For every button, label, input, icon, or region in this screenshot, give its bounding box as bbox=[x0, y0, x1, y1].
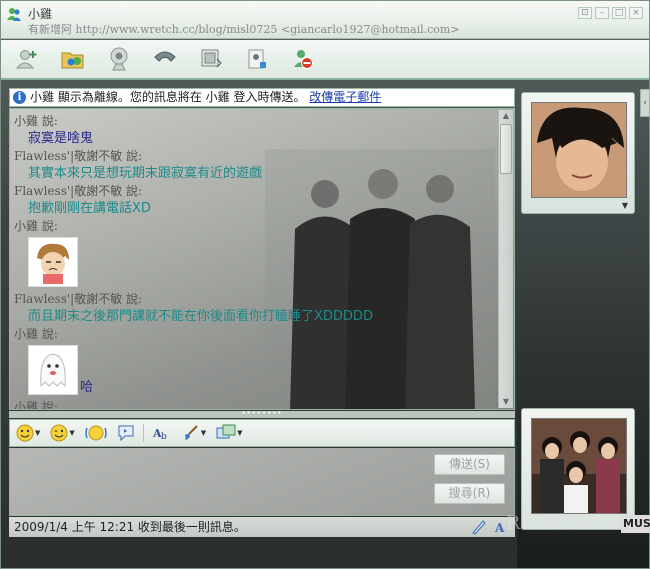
contact-display-picture[interactable]: ▼ bbox=[521, 92, 635, 214]
svg-text:A: A bbox=[494, 521, 505, 535]
chevron-down-icon: ▼ bbox=[69, 429, 75, 437]
contact-name: 小雞 bbox=[28, 7, 53, 21]
invite-button[interactable] bbox=[9, 44, 45, 74]
last-message-time: 2009/1/4 上午 12:21 收到最後一則訊息。 bbox=[14, 520, 246, 534]
format-toolbar: ▼ ▼ A b ▼ ▼ bbox=[9, 419, 515, 447]
send-files-icon bbox=[61, 52, 84, 69]
activities-icon bbox=[201, 49, 222, 68]
my-avatar bbox=[531, 418, 627, 514]
message-text: 其實本來只是想玩期末跟寂寞有近的遊戲 bbox=[28, 166, 263, 181]
webcam-icon bbox=[110, 47, 128, 71]
maximize-button[interactable]: □ bbox=[612, 7, 626, 19]
emoticon-button[interactable]: ▼ bbox=[14, 422, 42, 444]
scroll-down-icon[interactable]: ▼ bbox=[500, 396, 512, 408]
games-icon bbox=[248, 49, 266, 69]
webcam-button[interactable] bbox=[101, 44, 137, 74]
chevron-down-icon: ▼ bbox=[35, 429, 41, 437]
crying-boy-emoticon-icon bbox=[37, 243, 69, 284]
svg-text:b: b bbox=[161, 432, 167, 442]
toolbar-separator bbox=[142, 424, 144, 442]
minimize-button[interactable]: – bbox=[595, 7, 609, 19]
background-button[interactable]: ▼ bbox=[180, 422, 208, 444]
window-controls: ⊡ – □ × bbox=[578, 7, 643, 19]
message-sender: 小雞 說: bbox=[14, 219, 58, 233]
custom-emoticon-ghost[interactable] bbox=[28, 345, 78, 395]
contact-photo bbox=[532, 103, 626, 197]
offline-notice-text: 小雞 顯示為離線。您的訊息將在 小雞 登入時傳送。 bbox=[30, 90, 306, 104]
message-text: 哈 bbox=[80, 380, 94, 395]
messenger-icon bbox=[7, 8, 21, 21]
offline-info-bar: i 小雞 顯示為離線。您的訊息將在 小雞 登入時傳送。 改傳電子郵件 bbox=[9, 88, 515, 107]
message-text: 寂寞是啥鬼 bbox=[28, 131, 94, 146]
send-button[interactable]: 傳送(S) bbox=[434, 454, 505, 475]
contact-avatar bbox=[531, 102, 627, 198]
nudge-button[interactable] bbox=[83, 422, 109, 444]
scroll-thumb[interactable] bbox=[500, 124, 512, 174]
main-toolbar bbox=[1, 40, 649, 80]
send-email-link[interactable]: 改傳電子郵件 bbox=[309, 90, 381, 104]
info-icon: i bbox=[13, 91, 26, 104]
chevron-down-icon: ▼ bbox=[237, 429, 243, 437]
status-bar: 2009/1/4 上午 12:21 收到最後一則訊息。 bbox=[9, 517, 515, 537]
picture-icon bbox=[216, 424, 236, 439]
smiley-icon bbox=[16, 424, 34, 442]
chevron-down-icon: ▼ bbox=[200, 429, 207, 437]
paintbrush-icon bbox=[184, 425, 198, 440]
message-sender: 小雞 說: bbox=[14, 114, 58, 128]
wink-icon bbox=[50, 424, 68, 442]
games-button[interactable] bbox=[239, 44, 275, 74]
message-text: 而且期末之後那門課就不能在你後面看你打瞌睡了XDDDDD bbox=[28, 309, 373, 324]
scroll-up-icon[interactable]: ▲ bbox=[500, 110, 512, 122]
block-button[interactable] bbox=[285, 44, 321, 74]
history-scrollbar[interactable]: ▲ ▼ bbox=[498, 110, 513, 408]
call-icon bbox=[154, 51, 176, 62]
handwriting-icon[interactable] bbox=[471, 519, 487, 535]
conversation-history[interactable]: 小雞 說: 寂寞是啥鬼 Flawless'|敬謝不敏 說: 其實本來只是想玩期末… bbox=[9, 108, 515, 410]
nudge-icon bbox=[85, 425, 107, 441]
pane-splitter[interactable]: •••••••• bbox=[9, 410, 515, 418]
message-row: 哈 bbox=[14, 343, 494, 399]
message-sender: Flawless'|敬謝不敏 說: bbox=[14, 184, 143, 198]
search-button[interactable]: 搜尋(R) bbox=[434, 483, 505, 504]
ghost-emoticon-icon bbox=[40, 353, 66, 388]
collapse-panel-icon[interactable]: ‹ bbox=[640, 89, 650, 117]
message-sender: Flawless'|敬謝不敏 說: bbox=[14, 149, 143, 163]
message-text: 抱歉剛剛在講電話XD bbox=[28, 201, 151, 216]
chevron-down-icon[interactable]: ▼ bbox=[622, 201, 628, 210]
invite-icon bbox=[15, 50, 37, 69]
compose-area[interactable]: 傳送(S) 搜尋(R) bbox=[9, 448, 515, 516]
wink-button[interactable]: ▼ bbox=[48, 422, 76, 444]
call-button[interactable] bbox=[147, 44, 183, 74]
font-icon: A b bbox=[152, 427, 167, 442]
activities-button[interactable] bbox=[193, 44, 229, 74]
message-sender: 小雞 說: bbox=[14, 327, 58, 341]
send-picture-button[interactable]: ▼ bbox=[214, 422, 244, 444]
block-icon bbox=[294, 50, 313, 69]
chat-window: 小雞 有新增阿 http://www.wretch.cc/blog/misl07… bbox=[0, 0, 650, 569]
message-list: 小雞 說: 寂寞是啥鬼 Flawless'|敬謝不敏 說: 其實本來只是想玩期末… bbox=[14, 113, 494, 409]
restore-button[interactable]: ⊡ bbox=[578, 7, 592, 19]
text-mode-icon[interactable]: A bbox=[493, 519, 509, 535]
custom-emoticon-crying-boy[interactable] bbox=[28, 237, 78, 287]
title-bar[interactable]: 小雞 有新增阿 http://www.wretch.cc/blog/misl07… bbox=[1, 1, 649, 39]
band-logo: MUS bbox=[621, 515, 650, 533]
group-photo bbox=[532, 419, 626, 513]
close-button[interactable]: × bbox=[629, 7, 643, 19]
voice-clip-button[interactable] bbox=[115, 422, 137, 444]
message-sender: Flawless'|敬謝不敏 說: bbox=[14, 292, 143, 306]
send-files-button[interactable] bbox=[55, 44, 91, 74]
voice-clip-icon bbox=[118, 425, 134, 442]
font-button[interactable]: A b bbox=[150, 422, 174, 444]
contact-status-message: 有新增阿 http://www.wretch.cc/blog/misl0725 … bbox=[28, 23, 460, 36]
